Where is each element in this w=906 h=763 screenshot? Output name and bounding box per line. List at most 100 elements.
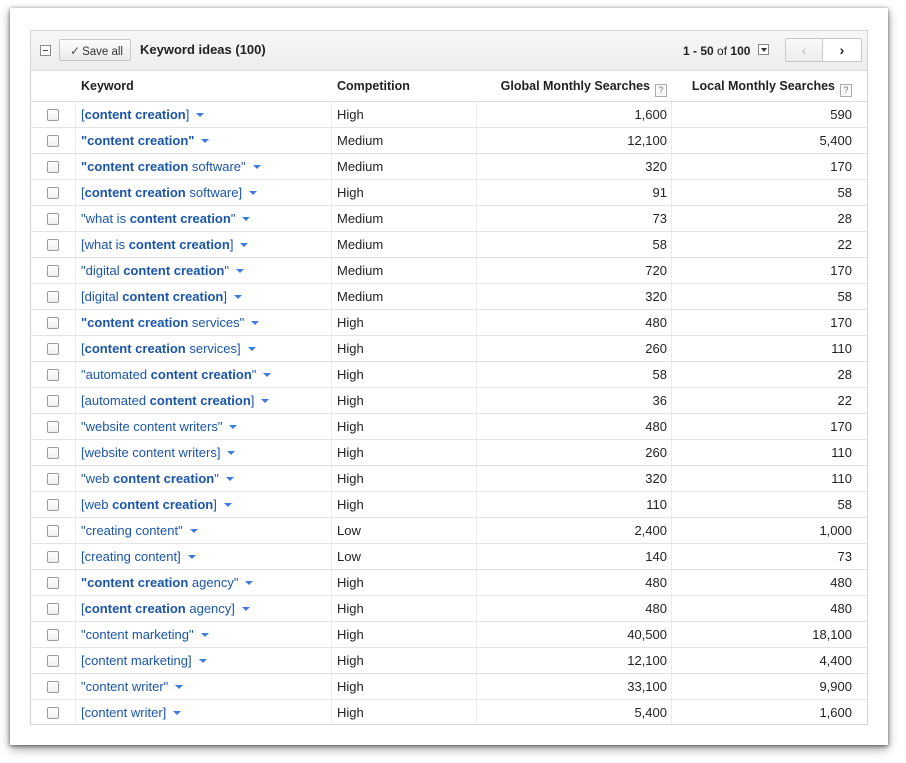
- dropdown-arrow-icon[interactable]: [235, 269, 244, 273]
- dropdown-arrow-icon[interactable]: [241, 607, 250, 611]
- keyword-link[interactable]: [content creation software]: [81, 180, 258, 205]
- keyword-text-part: content creation: [87, 159, 189, 174]
- global-searches-cell: 260: [645, 445, 667, 460]
- keyword-link[interactable]: "web content creation": [81, 466, 234, 491]
- column-divider: [75, 336, 76, 361]
- keyword-link[interactable]: [content writer]: [81, 700, 182, 724]
- row-checkbox[interactable]: [47, 161, 59, 173]
- dropdown-arrow-icon[interactable]: [227, 451, 236, 455]
- keyword-link[interactable]: [what is content creation]: [81, 232, 249, 257]
- column-divider: [75, 362, 76, 387]
- keyword-link[interactable]: "content creation services": [81, 310, 260, 335]
- dropdown-arrow-icon[interactable]: [198, 659, 207, 663]
- dropdown-arrow-icon[interactable]: [189, 529, 198, 533]
- row-checkbox[interactable]: [47, 213, 59, 225]
- dropdown-arrow-icon[interactable]: [173, 711, 182, 715]
- keyword-link[interactable]: "creating content": [81, 518, 198, 543]
- row-checkbox[interactable]: [47, 239, 59, 251]
- column-divider: [331, 102, 332, 127]
- keyword-link[interactable]: "what is content creation": [81, 206, 251, 231]
- collapse-toggle[interactable]: [40, 45, 51, 56]
- row-checkbox[interactable]: [47, 551, 59, 563]
- column-divider: [75, 518, 76, 543]
- dropdown-arrow-icon[interactable]: [187, 555, 196, 559]
- keyword-link[interactable]: "content marketing": [81, 622, 209, 647]
- keyword-link[interactable]: "content creation software": [81, 154, 261, 179]
- save-all-button[interactable]: ✓ Save all: [59, 39, 131, 61]
- row-checkbox[interactable]: [47, 447, 59, 459]
- prev-page-button[interactable]: ‹: [785, 38, 823, 62]
- column-divider: [75, 388, 76, 413]
- dropdown-arrow-icon[interactable]: [247, 347, 256, 351]
- dropdown-arrow-icon[interactable]: [252, 165, 261, 169]
- row-checkbox[interactable]: [47, 395, 59, 407]
- keyword-link[interactable]: "website content writers": [81, 414, 238, 439]
- row-checkbox[interactable]: [47, 499, 59, 511]
- dropdown-arrow-icon[interactable]: [261, 399, 270, 403]
- keyword-link[interactable]: [content creation agency]: [81, 596, 250, 621]
- dropdown-arrow-icon[interactable]: [245, 581, 254, 585]
- row-checkbox[interactable]: [47, 681, 59, 693]
- dropdown-arrow-icon[interactable]: [200, 633, 209, 637]
- keyword-link[interactable]: "content writer": [81, 674, 184, 699]
- row-checkbox[interactable]: [47, 369, 59, 381]
- row-checkbox[interactable]: [47, 421, 59, 433]
- keyword-link[interactable]: [creating content]: [81, 544, 196, 569]
- next-page-button[interactable]: ›: [822, 38, 862, 62]
- help-icon[interactable]: ?: [655, 84, 667, 97]
- keyword-link[interactable]: "content creation agency": [81, 570, 254, 595]
- page-size-dropdown[interactable]: [758, 44, 769, 55]
- keyword-link[interactable]: "digital content creation": [81, 258, 244, 283]
- row-checkbox[interactable]: [47, 707, 59, 719]
- global-searches-cell: 73: [652, 211, 667, 226]
- dropdown-arrow-icon[interactable]: [223, 503, 232, 507]
- row-checkbox[interactable]: [47, 317, 59, 329]
- dropdown-arrow-icon[interactable]: [242, 217, 251, 221]
- header-competition[interactable]: Competition: [337, 79, 410, 93]
- keyword-link[interactable]: [content marketing]: [81, 648, 207, 673]
- global-searches-cell: 260: [645, 341, 667, 356]
- dropdown-arrow-icon[interactable]: [263, 373, 272, 377]
- dropdown-arrow-icon[interactable]: [225, 477, 234, 481]
- table-row: [content creation software] High 91 58: [31, 180, 867, 206]
- row-checkbox[interactable]: [47, 343, 59, 355]
- keyword-link[interactable]: [website content writers]: [81, 440, 236, 465]
- header-keyword[interactable]: Keyword: [81, 79, 134, 93]
- keyword-link[interactable]: "content creation": [81, 128, 210, 153]
- keyword-text-part: [creating content]: [81, 549, 181, 564]
- row-checkbox[interactable]: [47, 577, 59, 589]
- dropdown-arrow-icon[interactable]: [201, 139, 210, 143]
- dropdown-arrow-icon[interactable]: [175, 685, 184, 689]
- row-checkbox[interactable]: [47, 291, 59, 303]
- keyword-link[interactable]: [automated content creation]: [81, 388, 270, 413]
- row-checkbox[interactable]: [47, 109, 59, 121]
- local-searches-cell: 5,400: [819, 133, 852, 148]
- row-checkbox[interactable]: [47, 135, 59, 147]
- row-checkbox[interactable]: [47, 265, 59, 277]
- column-divider: [331, 180, 332, 205]
- dropdown-arrow-icon[interactable]: [229, 425, 238, 429]
- dropdown-arrow-icon[interactable]: [251, 321, 260, 325]
- keyword-link[interactable]: [content creation services]: [81, 336, 256, 361]
- row-checkbox[interactable]: [47, 655, 59, 667]
- keyword-text-part: [automated: [81, 393, 150, 408]
- row-checkbox[interactable]: [47, 187, 59, 199]
- header-global-label[interactable]: Global Monthly Searches: [501, 79, 650, 93]
- dropdown-arrow-icon[interactable]: [233, 295, 242, 299]
- keyword-link[interactable]: [web content creation]: [81, 492, 232, 517]
- keyword-link[interactable]: [digital content creation]: [81, 284, 242, 309]
- dropdown-arrow-icon[interactable]: [196, 113, 205, 117]
- row-checkbox[interactable]: [47, 629, 59, 641]
- help-icon[interactable]: ?: [840, 84, 852, 97]
- row-checkbox[interactable]: [47, 603, 59, 615]
- dropdown-arrow-icon[interactable]: [249, 191, 258, 195]
- header-local-label[interactable]: Local Monthly Searches: [692, 79, 835, 93]
- dropdown-arrow-icon[interactable]: [240, 243, 249, 247]
- keyword-link[interactable]: [content creation]: [81, 102, 205, 127]
- row-checkbox[interactable]: [47, 525, 59, 537]
- competition-cell: Medium: [337, 289, 384, 304]
- column-divider: [75, 310, 76, 335]
- row-checkbox[interactable]: [47, 473, 59, 485]
- global-searches-cell: 1,600: [634, 107, 667, 122]
- keyword-link[interactable]: "automated content creation": [81, 362, 272, 387]
